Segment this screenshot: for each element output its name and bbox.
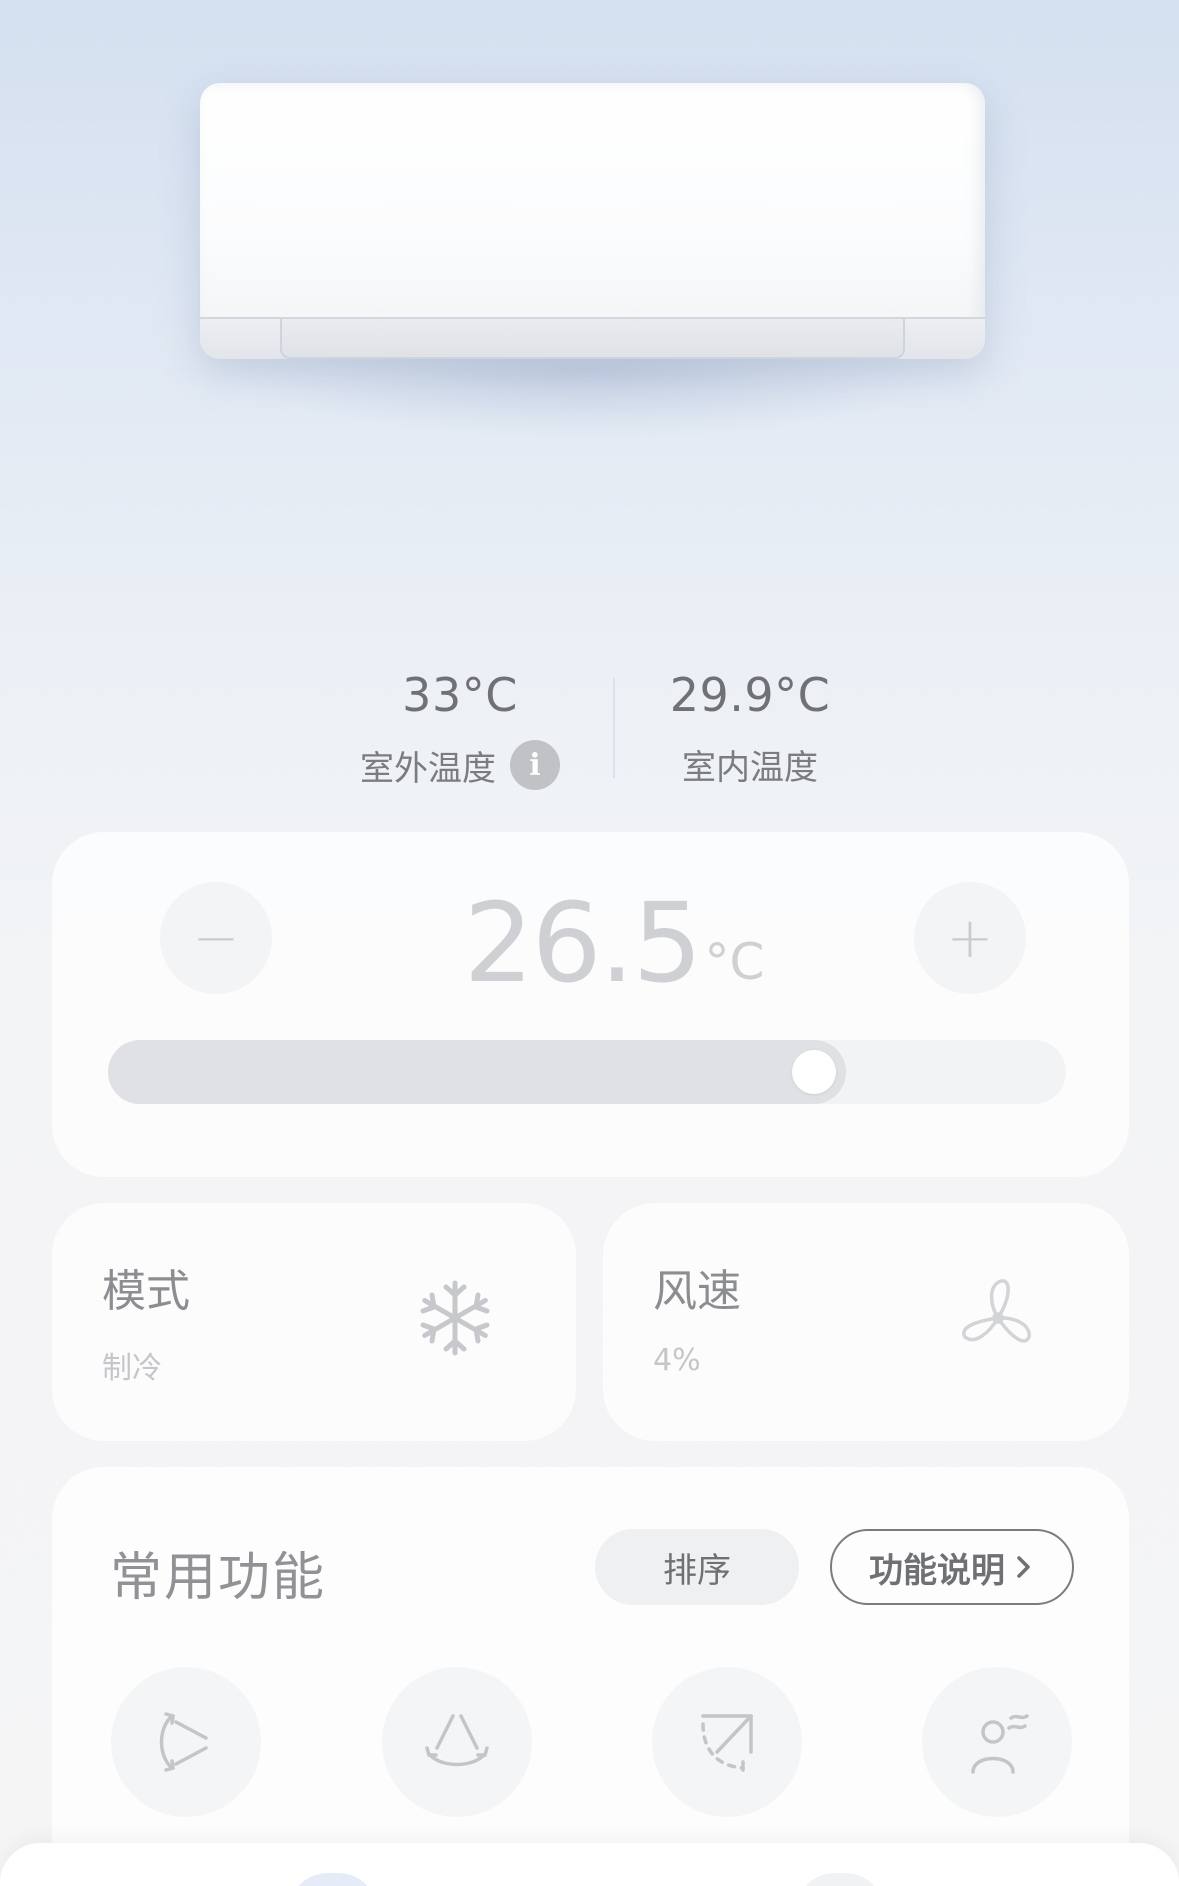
feature-swing-vertical[interactable] — [111, 1667, 261, 1817]
wind-avoid-person-icon — [971, 1714, 1029, 1774]
indoor-temperature: 29.9°C 室内温度 — [640, 664, 860, 789]
setpoint-value: 26.5 — [463, 879, 703, 1007]
outdoor-temperature-label: 室外温度 — [360, 748, 496, 789]
setpoint-card: − 26.5 °C + — [52, 832, 1129, 1177]
fan-speed-value: 4% — [653, 1343, 701, 1378]
temperature-slider[interactable] — [108, 1040, 1066, 1104]
common-features-card: 常用功能 排序 功能说明 — [52, 1467, 1129, 1886]
outdoor-temperature-label-row: 室外温度 i — [340, 740, 580, 790]
indoor-temperature-label-row: 室内温度 — [640, 740, 860, 789]
feature-wind-avoid-person[interactable] — [922, 1667, 1072, 1817]
fan-speed-title: 风速 — [653, 1266, 741, 1317]
bottom-sheet[interactable] — [0, 1843, 1179, 1886]
fan-icon — [962, 1279, 1031, 1343]
snowflake-icon — [420, 1280, 490, 1356]
bottom-sheet-button-secondary[interactable] — [795, 1873, 885, 1886]
temperature-readouts: 33°C 室外温度 i 29.9°C 室内温度 — [0, 664, 1179, 794]
feature-swing-horizontal[interactable] — [382, 1667, 532, 1817]
ac-unit-vent — [280, 319, 905, 359]
temperature-slider-knob[interactable] — [792, 1050, 836, 1094]
chevron-right-icon — [1017, 1556, 1030, 1578]
info-icon[interactable]: i — [510, 740, 560, 790]
temperature-divider — [613, 678, 615, 778]
fan-speed-card[interactable]: 风速 4% — [603, 1203, 1129, 1441]
mode-value: 制冷 — [102, 1351, 162, 1386]
bottom-sheet-button-primary[interactable] — [288, 1873, 378, 1886]
feature-help-label: 功能说明 — [869, 1550, 1005, 1591]
decrease-temperature-button[interactable]: − — [160, 882, 272, 994]
ac-unit-bottom-panel — [200, 317, 985, 359]
common-features-title: 常用功能 — [110, 1548, 327, 1608]
feature-help-button[interactable]: 功能说明 — [830, 1529, 1074, 1605]
feature-wind-direction[interactable] — [652, 1667, 802, 1817]
sort-button[interactable]: 排序 — [595, 1529, 799, 1605]
mode-card[interactable]: 模式 制冷 — [52, 1203, 576, 1441]
swing-vertical-icon — [159, 1712, 208, 1772]
setpoint-unit: °C — [704, 933, 765, 991]
indoor-temperature-value: 29.9°C — [669, 668, 831, 722]
outdoor-temperature: 33°C 室外温度 i — [340, 664, 580, 790]
mode-title: 模式 — [102, 1266, 190, 1317]
increase-temperature-button[interactable]: + — [914, 882, 1026, 994]
wind-direction-icon — [701, 1714, 753, 1772]
ac-unit-image — [200, 83, 985, 359]
swing-horizontal-icon — [425, 1714, 489, 1767]
temperature-slider-fill — [108, 1040, 846, 1104]
setpoint-display: 26.5 °C — [444, 878, 784, 998]
outdoor-temperature-value: 33°C — [402, 668, 518, 722]
indoor-temperature-label: 室内温度 — [682, 748, 818, 788]
